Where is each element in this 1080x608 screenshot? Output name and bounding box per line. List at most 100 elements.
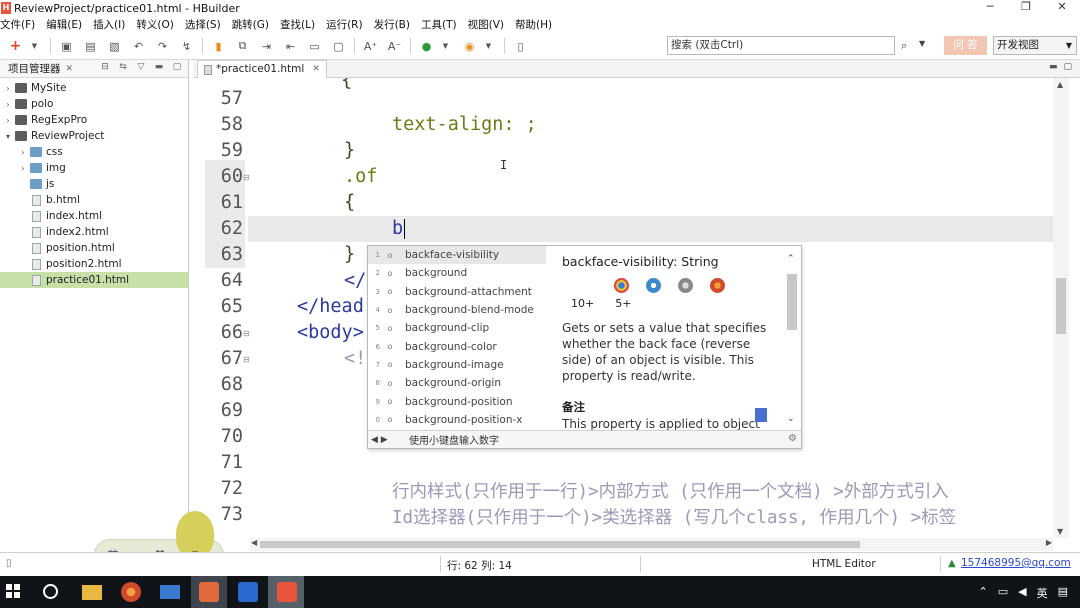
new-plus-icon[interactable]: + — [7, 38, 24, 55]
panel-close-icon[interactable]: ✕ — [66, 64, 74, 74]
font-increase-icon[interactable]: A⁺ — [362, 38, 379, 55]
tree-item[interactable]: index2.html — [0, 224, 188, 240]
gear-icon[interactable]: ⚙ — [788, 433, 797, 444]
tree-item[interactable]: › polo — [0, 96, 188, 112]
chevron-right-icon[interactable]: › — [4, 116, 12, 125]
fold-marker-icon[interactable]: ⊟ — [243, 329, 250, 338]
tree-item[interactable]: › RegExpPro — [0, 112, 188, 128]
editor-vertical-scrollbar[interactable]: ▲ ▼ — [1053, 78, 1069, 538]
save-as-icon[interactable]: ▧ — [106, 38, 123, 55]
menu-tools[interactable]: 工具(T) — [421, 17, 457, 32]
menu-goto[interactable]: 跳转(G) — [232, 17, 269, 32]
hbuilder-active-icon[interactable] — [277, 582, 297, 602]
search-icon[interactable]: ⌕ — [901, 39, 907, 53]
scrollbar-thumb[interactable] — [260, 541, 860, 548]
monitor-app-icon[interactable] — [160, 585, 180, 599]
view-mode-select[interactable]: 开发视图 ▼ — [993, 36, 1077, 55]
close-button[interactable]: ✕ — [1044, 0, 1080, 16]
tree-item[interactable]: ▾ ReviewProject — [0, 128, 188, 144]
tree-item[interactable]: js — [0, 176, 188, 192]
fold-marker-icon[interactable]: ⊟ — [243, 355, 250, 364]
collapse-all-icon[interactable]: ⊟ — [98, 62, 112, 72]
suggestion-item[interactable]: 1 o backface-visibility — [368, 246, 546, 265]
qa-button[interactable]: 问 答 — [944, 36, 987, 55]
menu-insert[interactable]: 插入(I) — [93, 17, 125, 32]
scroll-left-icon[interactable]: ◀ — [251, 538, 257, 547]
suggestion-item[interactable]: 4 o background-blend-mode — [368, 301, 546, 319]
tree-item[interactable]: › MySite — [0, 80, 188, 96]
suggestion-item[interactable]: 9 o background-position — [368, 392, 546, 410]
tree-item[interactable]: practice01.html — [0, 272, 188, 288]
file-explorer-icon[interactable] — [82, 585, 102, 600]
firefox-taskbar-icon[interactable] — [121, 582, 141, 602]
font-decrease-icon[interactable]: A⁻ — [386, 38, 403, 55]
phone-preview-icon[interactable]: ▯ — [512, 38, 529, 55]
browser-preview-icon[interactable]: ◉ — [461, 38, 478, 55]
search-dropdown-icon[interactable]: ▼ — [919, 39, 925, 48]
format-icon[interactable]: ↯ — [178, 38, 195, 55]
tray-expand-icon[interactable]: ⌃ — [979, 585, 988, 601]
menu-publish[interactable]: 发行(B) — [374, 17, 410, 32]
outdent-icon[interactable]: ⇤ — [282, 38, 299, 55]
menu-escape[interactable]: 转义(O) — [136, 17, 173, 32]
menu-run[interactable]: 运行(R) — [326, 17, 363, 32]
editor-horizontal-scrollbar[interactable]: ◀ ▶ — [250, 538, 1053, 551]
minimize-panel-icon[interactable]: ▬ — [152, 62, 166, 72]
search-input[interactable]: 搜索 (双击Ctrl) — [667, 36, 895, 55]
status-left-icon[interactable]: ▯ — [6, 558, 12, 569]
save-icon[interactable]: ▣ — [58, 38, 75, 55]
tree-item[interactable]: position.html — [0, 240, 188, 256]
menu-file[interactable]: 文件(F) — [0, 17, 35, 32]
windows-start-icon[interactable] — [6, 584, 20, 598]
prev-next-icon[interactable]: ◀ ▶ — [371, 435, 395, 445]
indent-icon[interactable]: ⇥ — [258, 38, 275, 55]
tree-item[interactable]: position2.html — [0, 256, 188, 272]
chevron-right-icon[interactable]: › — [4, 84, 12, 93]
menu-select[interactable]: 选择(S) — [185, 17, 221, 32]
suggestion-item[interactable]: 6 o background-color — [368, 337, 546, 355]
chevron-right-icon[interactable]: › — [19, 164, 27, 173]
suggestion-item[interactable]: 3 o background-attachment — [368, 283, 546, 301]
menu-view[interactable]: 视图(V) — [468, 17, 504, 32]
tray-network-icon[interactable]: ▭ — [998, 585, 1008, 601]
run-dropdown-icon[interactable]: ▼ — [437, 38, 454, 55]
tray-input-icon[interactable]: 英 — [1037, 585, 1048, 601]
run-icon[interactable]: ● — [418, 38, 435, 55]
link-editor-icon[interactable]: ⇆ — [116, 62, 130, 72]
tab-practice01[interactable]: *practice01.html ✕ — [197, 60, 327, 78]
word-app-icon[interactable] — [238, 582, 258, 602]
cortana-icon[interactable] — [43, 584, 58, 599]
tree-item[interactable]: › img — [0, 160, 188, 176]
tree-item[interactable]: index.html — [0, 208, 188, 224]
comment-icon[interactable]: ▢ — [330, 38, 347, 55]
scrollbar-thumb[interactable] — [1056, 278, 1066, 334]
doc-scrollbar[interactable]: ⌃ ⌄ — [785, 254, 799, 424]
hbuilder-app-icon[interactable] — [199, 582, 219, 602]
scroll-right-icon[interactable]: ▶ — [1046, 538, 1052, 547]
suggestion-item[interactable]: 0 o background-position-x — [368, 411, 546, 429]
minimize-editor-icon[interactable]: ▬ — [1049, 62, 1058, 72]
scroll-up-icon[interactable]: ⌃ — [787, 254, 795, 264]
tree-item[interactable]: › css — [0, 144, 188, 160]
tray-volume-icon[interactable]: ◀ — [1018, 585, 1026, 601]
tab-close-icon[interactable]: ✕ — [312, 61, 320, 78]
maximize-panel-icon[interactable]: ▢ — [170, 62, 184, 72]
save-all-icon[interactable]: ▤ — [82, 38, 99, 55]
suggestion-item[interactable]: 5 o background-clip — [368, 319, 546, 337]
chevron-down-icon[interactable]: ▾ — [4, 132, 12, 141]
fold-marker-icon[interactable]: ⊟ — [243, 173, 250, 182]
browser-dropdown-icon[interactable]: ▼ — [480, 38, 497, 55]
user-account-link[interactable]: 157468995@qq.com — [961, 557, 1071, 569]
menu-edit[interactable]: 编辑(E) — [46, 17, 82, 32]
wrap-icon[interactable]: ▭ — [306, 38, 323, 55]
undo-icon[interactable]: ↶ — [130, 38, 147, 55]
scroll-down-icon[interactable]: ⌄ — [787, 414, 795, 424]
scroll-down-icon[interactable]: ▼ — [1057, 527, 1063, 536]
new-window-icon[interactable]: ⧉ — [234, 38, 251, 55]
maximize-editor-icon[interactable]: ▢ — [1063, 62, 1072, 72]
new-dropdown-icon[interactable]: ▼ — [26, 38, 43, 55]
suggestion-item[interactable]: 2 o background — [368, 264, 546, 282]
restore-button[interactable]: ❐ — [1008, 0, 1044, 16]
bookmark-icon[interactable]: ▮ — [210, 38, 227, 55]
scroll-up-icon[interactable]: ▲ — [1057, 80, 1063, 89]
